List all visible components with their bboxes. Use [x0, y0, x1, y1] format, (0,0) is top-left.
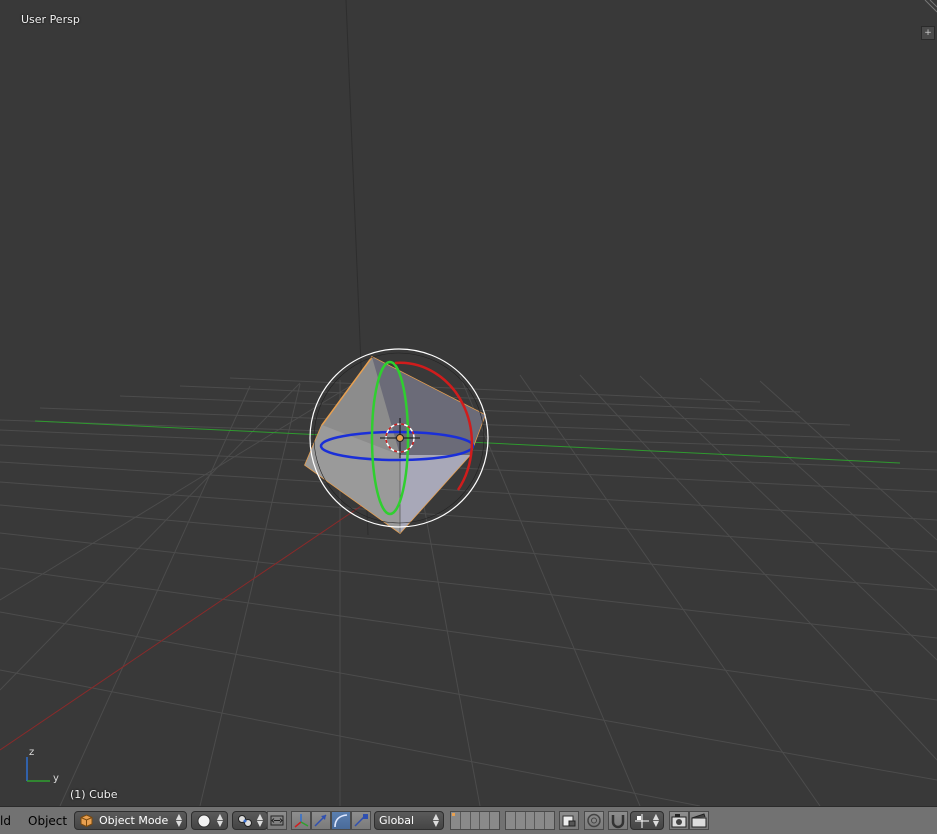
clapper-icon	[691, 813, 707, 828]
translate-icon	[314, 814, 327, 827]
scale-icon	[354, 814, 368, 827]
axis-label-z: z	[29, 747, 34, 758]
layer-button[interactable]	[506, 812, 516, 829]
area-split-corner-icon[interactable]	[919, 0, 937, 14]
dropdown-arrows-icon: ▲ ▼	[432, 812, 439, 828]
layer-button[interactable]	[451, 812, 461, 829]
viewport-header: ld Object Object Mode ▲ ▼ ▲ ▼ ▲ ▼ Global…	[0, 806, 937, 834]
shading-dropdown[interactable]: ▲ ▼	[191, 811, 228, 830]
layer-button[interactable]	[480, 812, 491, 829]
active-object-label: (1) Cube	[70, 788, 118, 801]
camera-icon	[671, 814, 687, 828]
render-animation-button[interactable]	[689, 811, 709, 830]
translate-button[interactable]	[311, 811, 331, 830]
lock-layers-button[interactable]	[559, 811, 579, 830]
layer-button[interactable]	[490, 812, 499, 829]
dropdown-arrows-icon: ▲ ▼	[652, 812, 659, 828]
viewport-scene: z y	[0, 0, 937, 806]
render-button[interactable]	[669, 811, 689, 830]
layer-buttons-1[interactable]	[450, 811, 500, 830]
rotate-button[interactable]	[331, 811, 351, 830]
layer-button[interactable]	[526, 812, 536, 829]
manipulator-toggle-button[interactable]	[267, 811, 287, 830]
rotate-icon	[334, 814, 348, 828]
orientation-dropdown-label: Global	[379, 814, 415, 827]
snap-toggle-button[interactable]	[608, 811, 628, 830]
axis-x-line	[0, 499, 371, 751]
manipulator-button[interactable]	[291, 811, 311, 830]
snap-element-dropdown[interactable]: ▲ ▼	[630, 811, 664, 830]
view-name-label: User Persp	[21, 13, 80, 26]
3d-viewport[interactable]: z y User Persp (1) Cube +	[0, 0, 937, 806]
layer-button[interactable]	[516, 812, 526, 829]
dropdown-arrows-icon: ▲ ▼	[216, 812, 223, 828]
menu-item-cut[interactable]: ld	[0, 814, 11, 828]
layer-button[interactable]	[461, 812, 471, 829]
layer-button[interactable]	[545, 812, 554, 829]
cube-icon	[80, 814, 93, 827]
scale-button[interactable]	[351, 811, 371, 830]
dropdown-arrows-icon: ▲ ▼	[175, 812, 182, 828]
mode-dropdown[interactable]: Object Mode ▲ ▼	[74, 811, 187, 830]
axis-label-y: y	[53, 773, 59, 784]
dropdown-arrows-icon: ▲ ▼	[256, 812, 263, 828]
manipulator-axes-icon	[294, 814, 309, 828]
snap-element-icon	[635, 814, 649, 828]
mode-dropdown-label: Object Mode	[99, 814, 169, 827]
layer-button[interactable]	[471, 812, 481, 829]
magnet-icon	[611, 815, 625, 829]
properties-toggle-icon[interactable]: +	[921, 26, 935, 40]
pivot-dropdown[interactable]: ▲ ▼	[232, 811, 268, 830]
orientation-dropdown[interactable]: Global ▲ ▼	[374, 811, 444, 830]
layer-buttons-2[interactable]	[505, 811, 555, 830]
proportional-edit-button[interactable]	[584, 811, 604, 830]
pivot-icon	[238, 815, 252, 827]
menu-item-object[interactable]: Object	[28, 814, 67, 828]
orientation-axes-icon	[26, 757, 50, 782]
layer-button[interactable]	[535, 812, 546, 829]
manipulator-icon	[270, 815, 284, 826]
lock-layers-icon	[562, 815, 576, 827]
sphere-icon	[197, 814, 211, 828]
proportional-edit-icon	[587, 813, 601, 828]
